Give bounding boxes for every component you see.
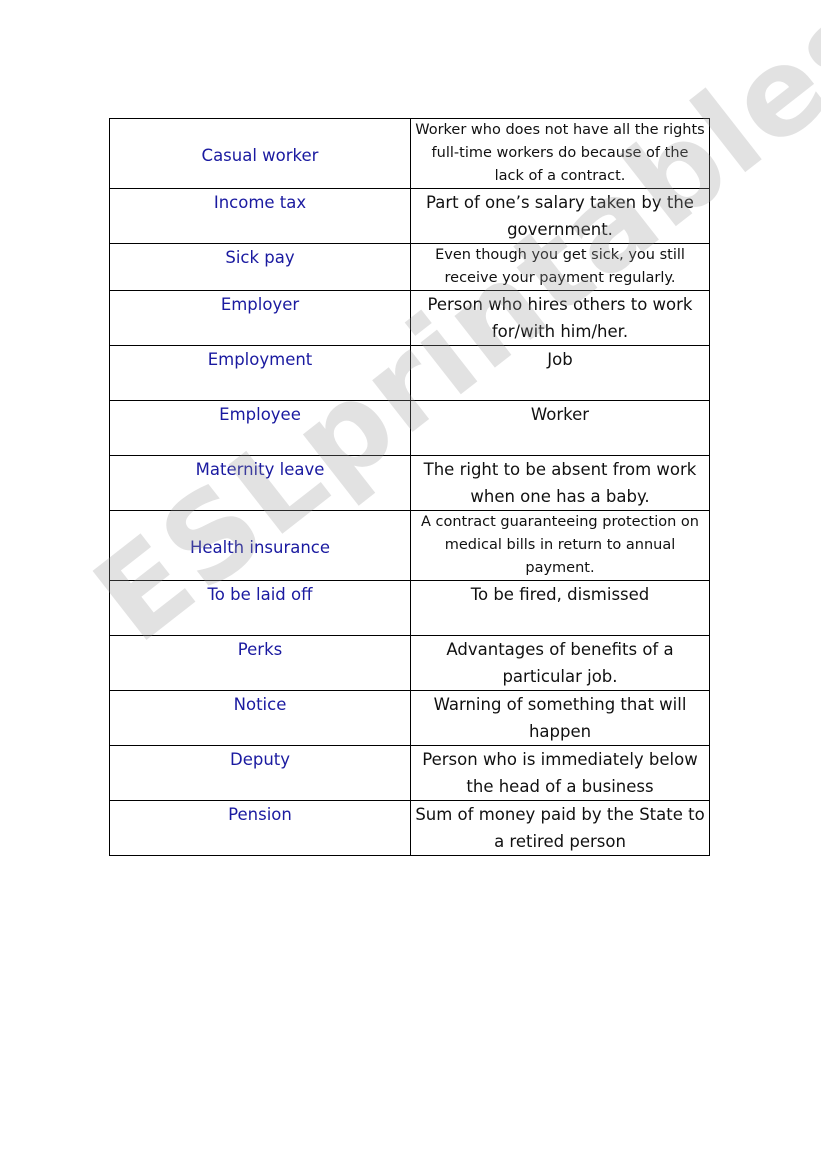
definition-cell: Part of one’s salary taken by the govern… bbox=[410, 188, 710, 244]
definition-cell: Worker who does not have all the rights … bbox=[410, 118, 710, 189]
definition-cell: Sum of money paid by the State to a reti… bbox=[410, 800, 710, 856]
definition-cell: Warning of something that will happen bbox=[410, 690, 710, 746]
term-cell: Sick pay bbox=[109, 243, 411, 291]
term-cell: Employer bbox=[109, 290, 411, 346]
definition-cell: Person who hires others to work for/with… bbox=[410, 290, 710, 346]
table-row: Deputy Person who is immediately below t… bbox=[109, 745, 710, 801]
term-text: Employer bbox=[220, 295, 300, 314]
term-cell: Deputy bbox=[109, 745, 411, 801]
definition-cell: Advantages of benefits of a particular j… bbox=[410, 635, 710, 691]
table-row: Pension Sum of money paid by the State t… bbox=[109, 800, 710, 856]
term-cell: Income tax bbox=[109, 188, 411, 244]
term-text: Casual worker bbox=[201, 146, 319, 165]
term-text: Perks bbox=[237, 640, 283, 659]
vocabulary-table: Casual worker Worker who does not have a… bbox=[109, 118, 710, 856]
definition-cell: The right to be absent from work when on… bbox=[410, 455, 710, 511]
term-text: To be laid off bbox=[207, 585, 313, 604]
term-cell: Employment bbox=[109, 345, 411, 401]
table-row: Notice Warning of something that will ha… bbox=[109, 690, 710, 746]
term-text: Health insurance bbox=[189, 538, 331, 557]
term-cell: Employee bbox=[109, 400, 411, 456]
definition-cell: Even though you get sick, you still rece… bbox=[410, 243, 710, 291]
term-text: Employment bbox=[207, 350, 313, 369]
definition-cell: Person who is immediately below the head… bbox=[410, 745, 710, 801]
table-row: Perks Advantages of benefits of a partic… bbox=[109, 635, 710, 691]
term-text: Employee bbox=[219, 405, 301, 424]
term-text: Deputy bbox=[229, 750, 291, 769]
table-row: Health insurance A contract guaranteeing… bbox=[109, 510, 710, 581]
table-row: Sick pay Even though you get sick, you s… bbox=[109, 243, 710, 291]
table-row: Employer Person who hires others to work… bbox=[109, 290, 710, 346]
term-cell: To be laid off bbox=[109, 580, 411, 636]
term-text: Income tax bbox=[213, 193, 307, 212]
table-row: Employee Worker bbox=[109, 400, 710, 456]
table-row: Casual worker Worker who does not have a… bbox=[109, 118, 710, 189]
table-row: Income tax Part of one’s salary taken by… bbox=[109, 188, 710, 244]
term-cell: Maternity leave bbox=[109, 455, 411, 511]
term-cell: Pension bbox=[109, 800, 411, 856]
definition-cell: Job bbox=[410, 345, 710, 401]
term-cell: Health insurance bbox=[109, 510, 411, 581]
term-text: Sick pay bbox=[225, 248, 295, 267]
definition-cell: Worker bbox=[410, 400, 710, 456]
term-text: Notice bbox=[233, 695, 287, 714]
table-row: To be laid off To be fired, dismissed bbox=[109, 580, 710, 636]
term-text: Maternity leave bbox=[195, 460, 325, 479]
definition-cell: To be fired, dismissed bbox=[410, 580, 710, 636]
definition-cell: A contract guaranteeing protection on me… bbox=[410, 510, 710, 581]
term-cell: Perks bbox=[109, 635, 411, 691]
table-row: Maternity leave The right to be absent f… bbox=[109, 455, 710, 511]
term-cell: Casual worker bbox=[109, 118, 411, 189]
term-text: Pension bbox=[228, 805, 292, 824]
table-row: Employment Job bbox=[109, 345, 710, 401]
term-cell: Notice bbox=[109, 690, 411, 746]
